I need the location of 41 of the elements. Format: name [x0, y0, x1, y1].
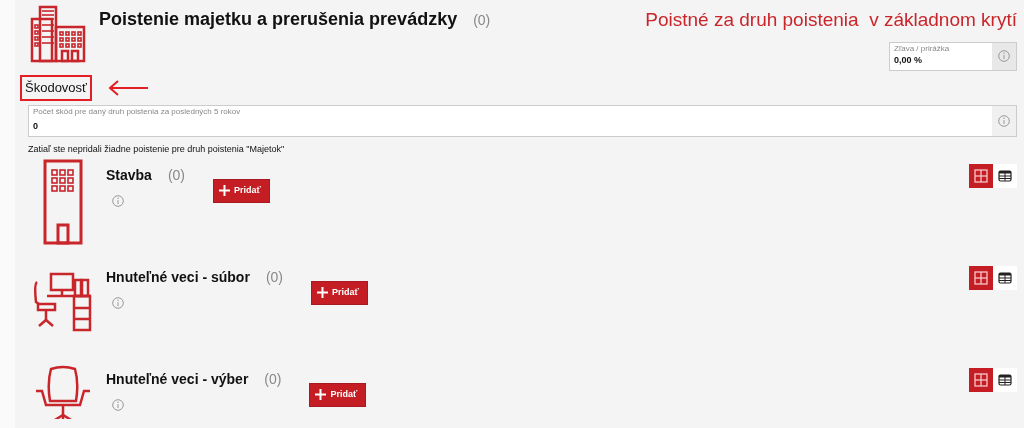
empty-note: Zatiaľ ste nepridali žiadne poistenie pre druh poistenia "Majetok" [28, 142, 286, 156]
info-icon[interactable] [112, 297, 124, 309]
info-icon[interactable] [998, 114, 1010, 127]
count-label: (0) [264, 370, 282, 389]
field-value: 0,00 % [894, 54, 924, 68]
section-title: Hnuteľné veci - súbor [106, 268, 250, 287]
table-view-button[interactable] [993, 368, 1017, 392]
count-label: (0) [473, 11, 491, 30]
info-icon[interactable] [998, 50, 1010, 63]
table-view-button[interactable] [993, 266, 1017, 290]
field-label: Počet škôd pre daný druh poistenia za posledných 5 rokov [33, 106, 242, 117]
info-icon[interactable] [112, 195, 124, 207]
arrow-icon [107, 79, 150, 96]
table-view-button[interactable] [993, 164, 1017, 188]
building-icon [43, 159, 83, 245]
claims-field[interactable]: Počet škôd pre daný druh poistenia za posledných 5 rokov 0 [28, 104, 1017, 137]
section-title: Poistenie majetku a prerušenia prevádzky [99, 8, 458, 31]
plus-icon [315, 389, 327, 401]
add-button[interactable]: Pridať [311, 281, 368, 305]
claims-heading: Škodovosť [20, 75, 92, 101]
grid-icon [974, 271, 988, 285]
table-icon [998, 272, 1012, 284]
field-value: 0 [33, 120, 39, 134]
desk-icon [33, 272, 93, 332]
field-label: Zľava / prirážka [894, 43, 951, 54]
add-button[interactable]: Pridať [309, 383, 367, 407]
section-title: Hnuteľné veci - výber [106, 370, 249, 389]
section-title: Stavba [106, 166, 152, 185]
info-icon[interactable] [112, 399, 124, 411]
table-icon [998, 374, 1012, 386]
plus-icon [219, 185, 231, 197]
chair-icon [34, 365, 92, 419]
table-icon [998, 170, 1012, 182]
count-label: (0) [265, 268, 283, 287]
add-button[interactable]: Pridať [213, 179, 270, 203]
discount-field[interactable]: Zľava / prirážka 0,00 % [889, 41, 1017, 71]
grid-icon [974, 373, 988, 387]
count-label: (0) [167, 166, 186, 185]
plus-icon [317, 287, 328, 299]
grid-icon [974, 169, 988, 183]
premium-heading: Poistné za druh poistenia v základnom krytí [645, 8, 1017, 32]
